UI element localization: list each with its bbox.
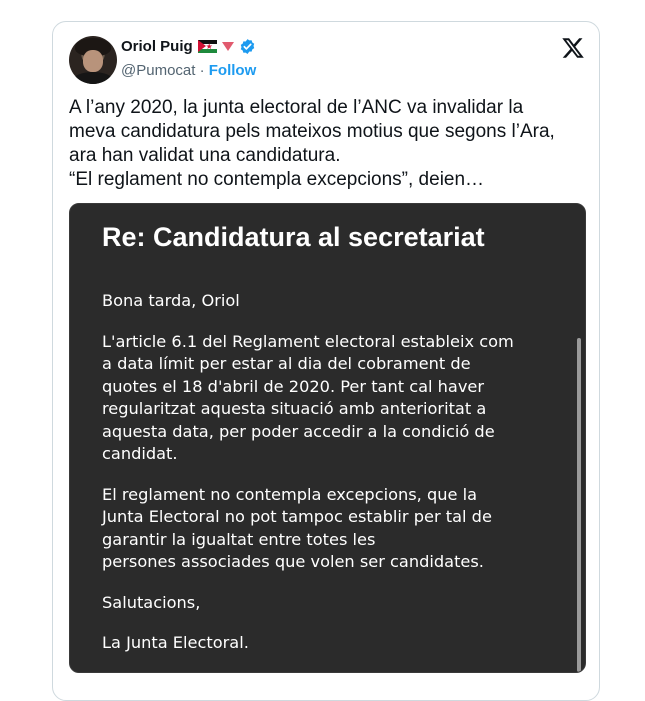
author-handle[interactable]: @Pumocat: [121, 62, 195, 79]
email-line: quotes el 18 d'abril de 2020. Per tant c…: [102, 376, 485, 396]
email-line: L'article 6.1 del Reglament electoral es…: [102, 331, 514, 351]
follow-button[interactable]: Follow: [209, 62, 257, 79]
email-signature: La Junta Electoral.: [102, 633, 249, 652]
email-line: El reglament no contempla excepcions, qu…: [102, 484, 478, 504]
email-line: garantir la igualtat entre totes les: [102, 529, 376, 549]
author-name[interactable]: Oriol Puig: [121, 38, 193, 55]
avatar[interactable]: [69, 36, 117, 84]
tweet-line: “El reglament no contempla excepcions”, …: [69, 169, 485, 190]
avatar-shirt: [73, 72, 113, 84]
email-closing: Salutacions,: [102, 592, 201, 612]
email-greeting: Bona tarda, Oriol: [102, 291, 240, 310]
tweet-line: meva candidatura pels mateixos motius qu…: [69, 121, 555, 142]
email-subject: Re: Candidatura al secretariat: [102, 222, 485, 252]
email-line: regularitzat aquesta situació amb anteri…: [102, 399, 487, 418]
email-line: aquesta data, per poder accedir a la con…: [102, 421, 495, 441]
tweet-media-image[interactable]: Re: Candidatura al secretariat Bona tard…: [69, 203, 586, 673]
verified-badge-icon: [240, 39, 254, 54]
scrollbar[interactable]: [577, 338, 581, 672]
email-line: Junta Electoral no pot tampoc establir p…: [102, 507, 492, 526]
tweet-line: A l’any 2020, la junta electoral de l’AN…: [69, 97, 524, 118]
author-name-row: Oriol Puig ★: [121, 38, 256, 55]
tweet-text: A l’any 2020, la junta electoral de l’AN…: [69, 96, 589, 192]
separator-dot: ·: [199, 62, 205, 79]
x-logo-icon[interactable]: [561, 36, 585, 60]
email-paragraph-1: L'article 6.1 del Reglament electoral es…: [102, 331, 514, 466]
email-body: Bona tarda, Oriol L'article 6.1 del Regl…: [102, 290, 514, 672]
avatar-face: [83, 50, 103, 72]
author-handle-row: @Pumocat · Follow: [121, 62, 256, 79]
email-line: a data límit per estar al dia del cobram…: [102, 354, 471, 373]
sahrawi-flag-icon: ★: [197, 40, 217, 53]
tweet-card: Oriol Puig ★ @Pumocat · Follow A l’any 2…: [52, 21, 600, 701]
email-line: persones associades que volen ser candid…: [102, 552, 484, 571]
tweet-line: ara han validat una candidatura.: [69, 145, 341, 166]
email-line: candidat.: [102, 444, 178, 463]
red-triangle-down-icon: [221, 42, 234, 51]
email-paragraph-2: El reglament no contempla excepcions, qu…: [102, 484, 514, 574]
